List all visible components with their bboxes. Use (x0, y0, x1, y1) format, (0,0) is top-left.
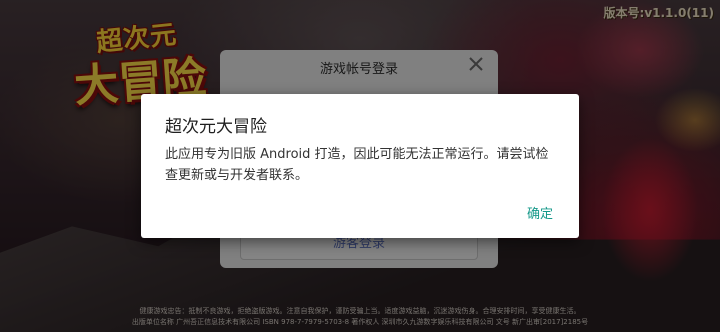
alert-title: 超次元大冒险 (165, 117, 267, 137)
ok-button[interactable]: 确定 (527, 203, 553, 222)
alert-message: 此应用专为旧版 Android 打造，因此可能无法正常运行。请尝试检查更新或与开… (165, 147, 549, 183)
compatibility-alert-dialog: 超次元大冒险 此应用专为旧版 Android 打造，因此可能无法正常运行。请尝试… (141, 94, 579, 238)
